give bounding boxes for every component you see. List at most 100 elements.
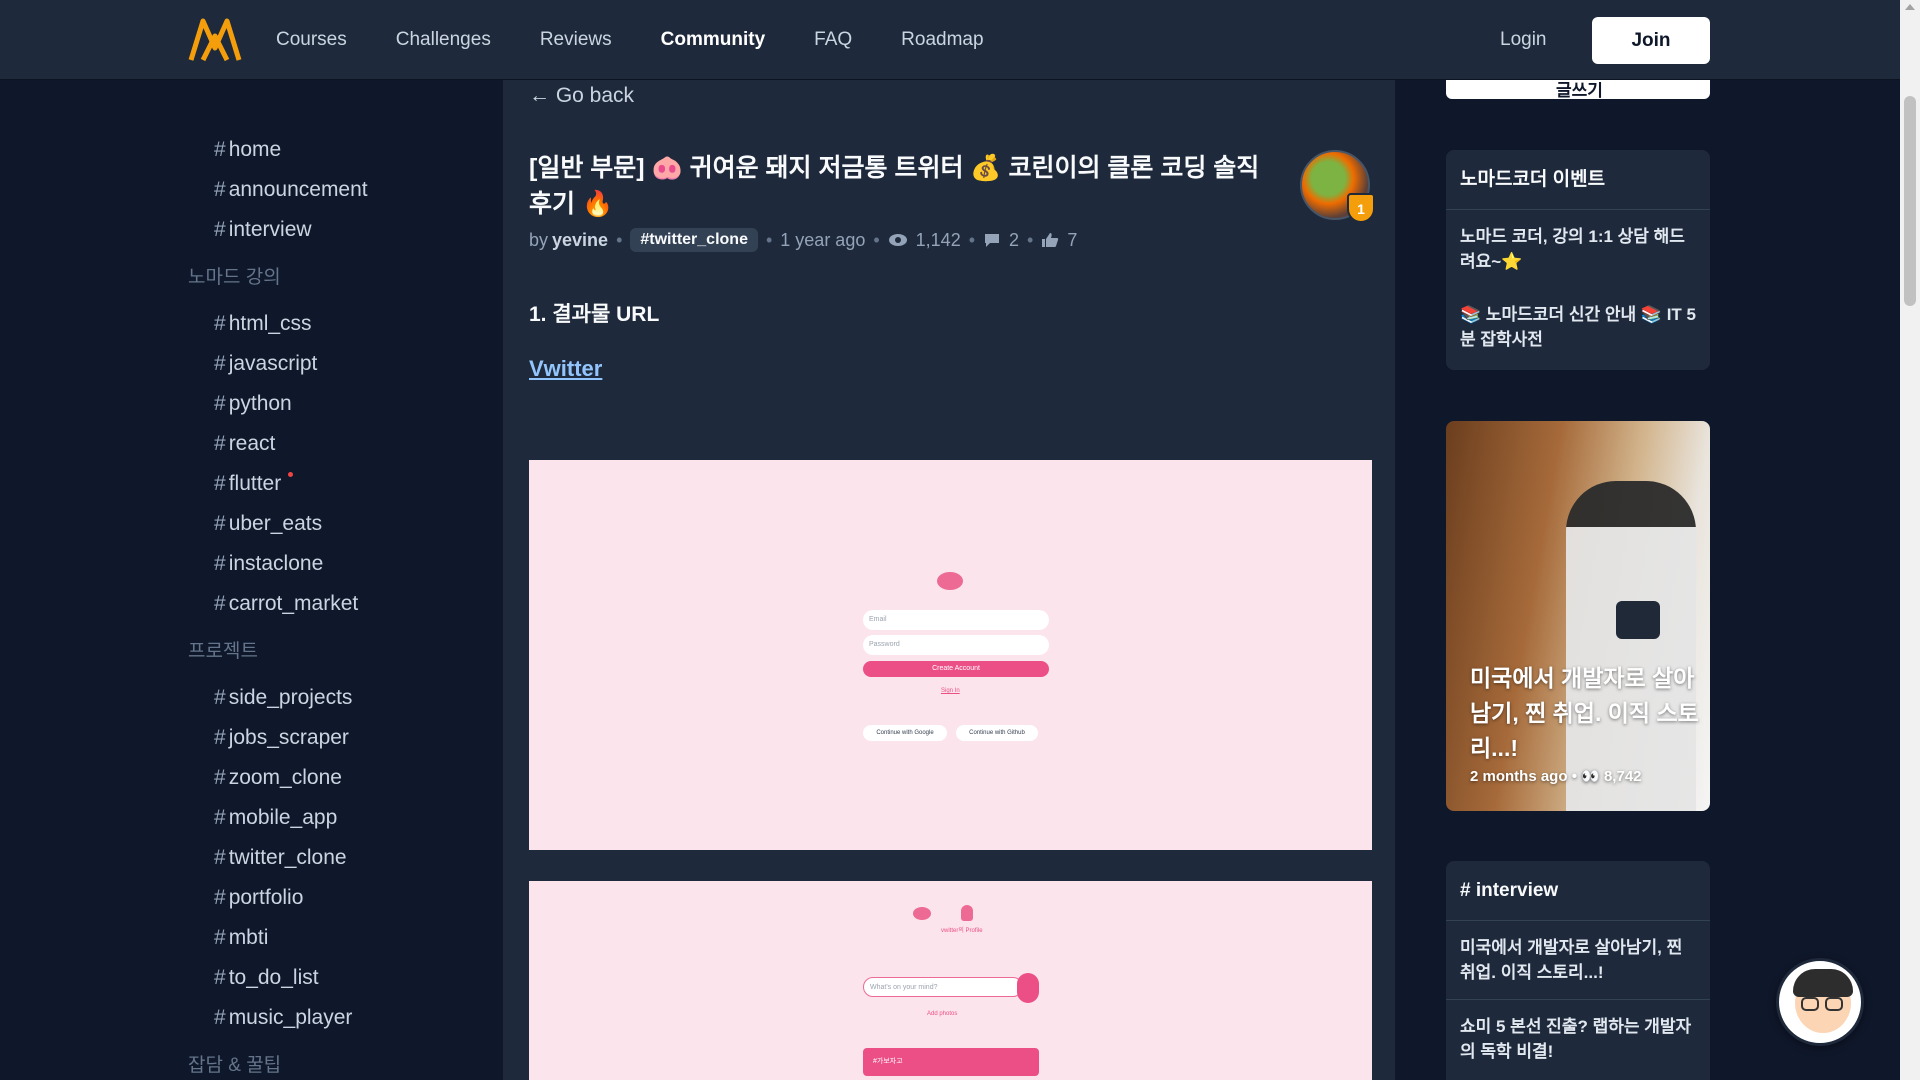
sidebar-item-html-css[interactable]: # html_css	[188, 304, 488, 344]
sidebar-item-flutter[interactable]: # flutter	[188, 464, 488, 504]
sidebar-item-label: music_player	[228, 1006, 353, 1029]
sidebar-item-twitter-clone[interactable]: # twitter_clone	[188, 838, 488, 878]
github-login-button: Continue with Github	[956, 725, 1038, 741]
logo-icon[interactable]	[188, 18, 242, 62]
email-field: Email	[863, 610, 1049, 630]
event-item[interactable]: 노마드 코더, 강의 1:1 상담 해드려요~⭐	[1446, 210, 1710, 288]
event-item[interactable]: 📚 노마드코더 신간 안내 📚 IT 5분 잡학사전	[1446, 288, 1710, 366]
sidebar-item-label: zoom_clone	[228, 766, 342, 789]
hash-label: #	[214, 552, 226, 575]
interview-item[interactable]: 미국에서 개발자로 살아남기, 찐 취업. 이직 스토리...!	[1446, 921, 1710, 1000]
scroll-thumb[interactable]	[1904, 96, 1916, 306]
sidebar-item-python[interactable]: # python	[188, 384, 488, 424]
promo-card[interactable]: 미국에서 개발자로 살아남기, 찐 취업. 이직 스토리...! 2 month…	[1446, 421, 1710, 811]
sidebar-item-home[interactable]: # home	[188, 130, 488, 170]
go-back-link[interactable]: ← Go back	[529, 84, 634, 108]
sidebar-item-portfolio[interactable]: # portfolio	[188, 878, 488, 918]
promo-time: 2 months ago	[1470, 768, 1568, 785]
chat-hair	[1793, 969, 1853, 997]
author-name[interactable]: yevine	[552, 230, 608, 251]
sidebar-item-label: portfolio	[228, 886, 304, 909]
interview-card-title[interactable]: # interview	[1446, 861, 1710, 921]
events-card-title: 노마드코더 이벤트	[1446, 150, 1710, 210]
sidebar-item-label: carrot_market	[228, 592, 359, 615]
sidebar-item-interview[interactable]: # interview	[188, 210, 488, 250]
sidebar-item-to-do-list[interactable]: # to_do_list	[188, 958, 488, 998]
promo-title: 미국에서 개발자로 살아남기, 찐 취업. 이직 스토리...!	[1470, 665, 1699, 761]
post-title: [일반 부문] 🐽 귀여운 돼지 저금통 트위터 💰 코린이의 클론 코딩 솔직…	[529, 154, 1260, 218]
google-login-button: Continue with Google	[863, 725, 947, 741]
level-badge: 1	[1347, 193, 1375, 223]
nav-reviews[interactable]: Reviews	[540, 29, 612, 51]
nav-challenges[interactable]: Challenges	[396, 29, 491, 51]
hash-label: #	[214, 966, 226, 989]
separator-dot: •	[1027, 229, 1034, 250]
piggy-bank-icon	[937, 572, 963, 590]
sidebar-item-react[interactable]: # react	[188, 424, 488, 464]
promo-meta: 2 months ago • 👀 8,742	[1470, 767, 1642, 785]
eye-icon	[888, 234, 907, 246]
scroll-up-arrow-icon[interactable]	[1905, 4, 1915, 10]
nav-community[interactable]: Community	[661, 29, 766, 51]
hash-label: #	[214, 592, 226, 615]
hash-label: #	[214, 512, 226, 535]
hash-label: #	[214, 926, 226, 949]
page-scrollbar[interactable]	[1900, 0, 1920, 1080]
sidebar-item-zoom-clone[interactable]: # zoom_clone	[188, 758, 488, 798]
sidebar-section-tips: 잡담 & 꿀팁	[188, 1055, 282, 1076]
nav-faq[interactable]: FAQ	[814, 29, 852, 51]
thumbs-up-icon[interactable]	[1041, 232, 1059, 248]
join-button[interactable]: Join	[1592, 17, 1710, 64]
user-icon	[961, 905, 973, 921]
submit-arrow-button	[1017, 973, 1039, 1003]
eyes-icon: 👀	[1581, 768, 1600, 785]
create-account-button: Create Account	[863, 661, 1049, 677]
sidebar-item-carrot-market[interactable]: # carrot_market	[188, 584, 488, 624]
hash-label: #	[214, 138, 226, 161]
write-post-button[interactable]: 글쓰기	[1446, 80, 1710, 100]
hash-label: #	[214, 726, 226, 749]
nav-links: Courses Challenges Reviews Community FAQ…	[276, 0, 1033, 80]
sidebar-item-mobile-app[interactable]: # mobile_app	[188, 798, 488, 838]
glasses-left	[1801, 997, 1819, 1011]
separator-dot: •	[968, 229, 976, 250]
sidebar-item-announcement[interactable]: # announcement	[188, 170, 488, 210]
sidebar-item-jobs-scraper[interactable]: # jobs_scraper	[188, 718, 488, 758]
hash-label: #	[214, 352, 226, 375]
new-indicator-dot	[288, 472, 293, 477]
sidebar-item-label: jobs_scraper	[228, 726, 349, 749]
sidebar-item-label: home	[228, 138, 282, 161]
sidebar-item-mbti[interactable]: # mbti	[188, 918, 488, 958]
profile-label: vwitter의 Profile	[941, 928, 983, 934]
login-link[interactable]: Login	[1500, 29, 1547, 51]
promo-views: 8,742	[1603, 768, 1642, 785]
channel-tag[interactable]: #twitter_clone	[630, 228, 758, 252]
sidebar-item-uber-eats[interactable]: # uber_eats	[188, 504, 488, 544]
comment-count: 2	[1009, 229, 1020, 250]
hash-label: #	[214, 846, 226, 869]
channel-sidebar: # home # announcement # interview 노마드 강의 # h…	[188, 130, 488, 1080]
tweet-card: #가보자고	[863, 1048, 1039, 1076]
hash-label: #	[214, 312, 226, 335]
sidebar-item-javascript[interactable]: # javascript	[188, 344, 488, 384]
sidebar-item-label: mbti	[228, 926, 269, 949]
sidebar-item-instaclone[interactable]: # instaclone	[188, 544, 488, 584]
chat-avatar-icon[interactable]	[1776, 958, 1864, 1046]
hash-label: #	[214, 218, 226, 241]
hash-label: #	[214, 392, 226, 415]
separator-dot: •	[765, 229, 773, 250]
sidebar-item-music-player[interactable]: # music_player	[188, 998, 488, 1038]
sidebar-item-side-projects[interactable]: # side_projects	[188, 678, 488, 718]
interview-item[interactable]: 쇼미 5 본선 진출? 랩하는 개발자의 독학 비결!	[1446, 1000, 1710, 1078]
hash-label: #	[214, 432, 226, 455]
result-url-link[interactable]: Vwitter	[529, 356, 602, 382]
sidebar-item-label: python	[228, 392, 292, 415]
separator-dot: •	[1571, 768, 1582, 785]
nav-courses[interactable]: Courses	[276, 29, 347, 51]
interview-card: # interview 미국에서 개발자로 살아남기, 찐 취업. 이직 스토리…	[1446, 861, 1710, 1080]
by-label: by	[529, 229, 549, 250]
whats-on-your-mind-field: What's on your mind?	[863, 977, 1023, 997]
hash-label: #	[214, 472, 226, 495]
sidebar-item-label: twitter_clone	[228, 846, 347, 869]
nav-roadmap[interactable]: Roadmap	[901, 29, 983, 51]
